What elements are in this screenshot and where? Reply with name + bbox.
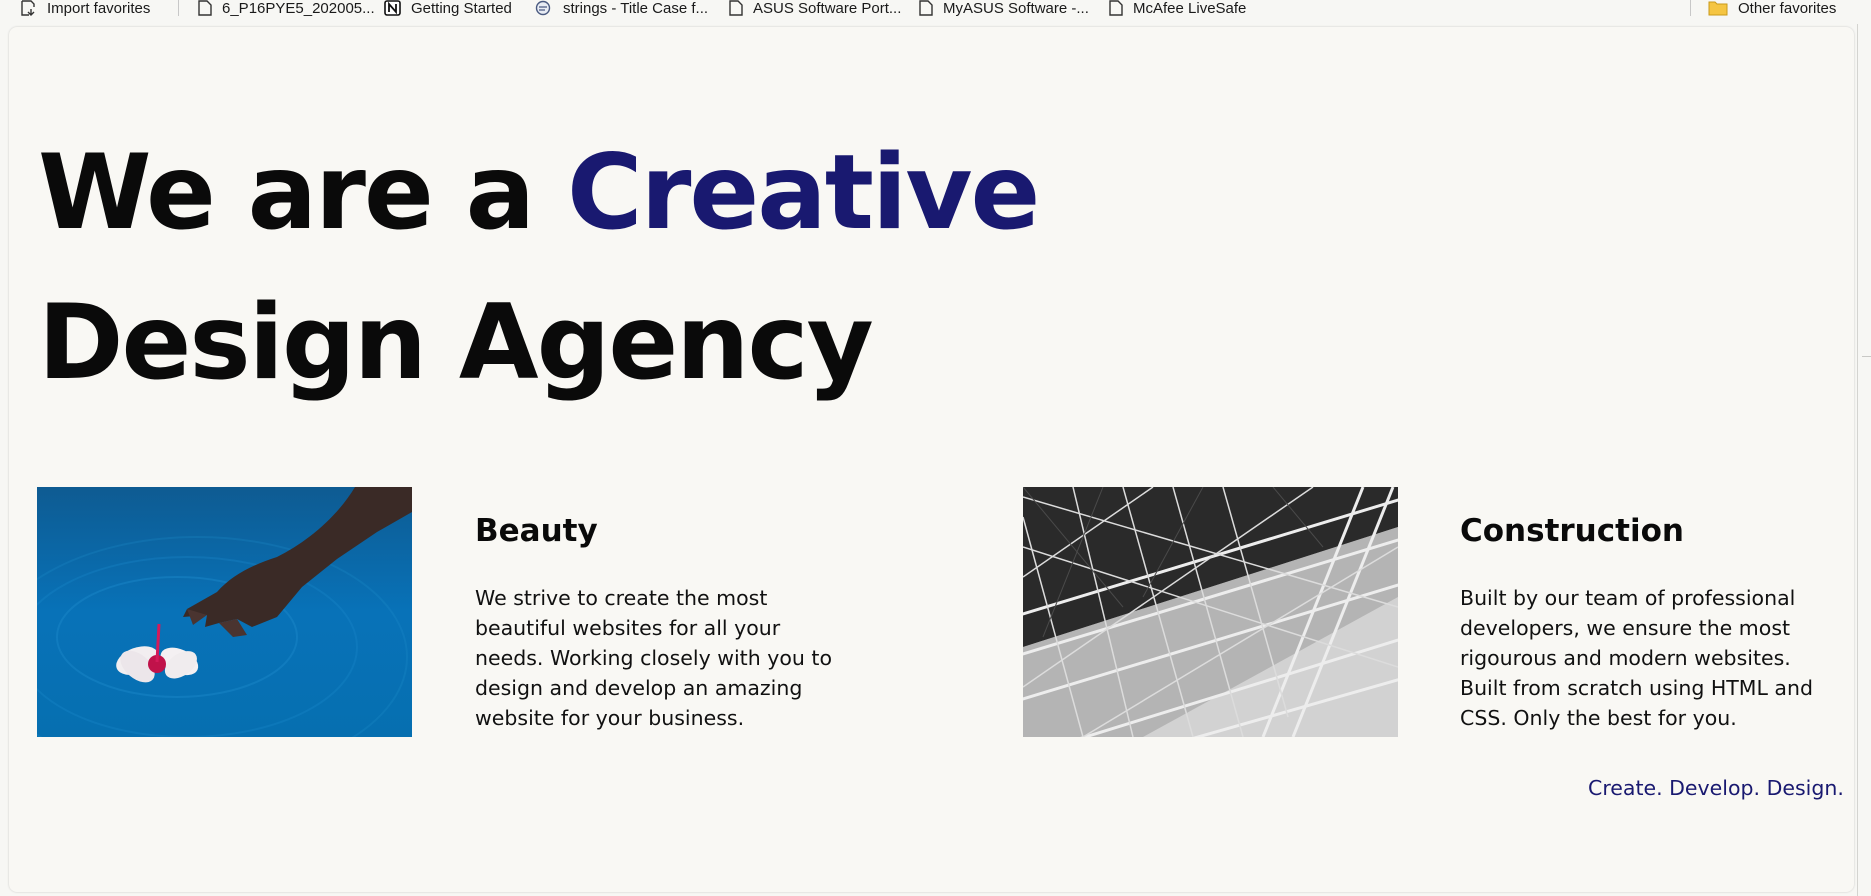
favorites-bar: Import favorites 6_P16PYE5_202005... Get… (0, 0, 1871, 24)
favorite-import[interactable]: Import favorites (20, 0, 151, 17)
favorite-label: ASUS Software Port... (753, 0, 902, 17)
favorite-label: Import favorites (47, 0, 151, 17)
favorites-divider (1690, 0, 1691, 16)
folder-icon (1708, 1, 1728, 16)
favorite-item[interactable]: strings - Title Case f... (535, 0, 709, 17)
hero-line2: Design Agency (38, 283, 874, 403)
window-edge (1857, 24, 1858, 896)
beauty-text: We strive to create the most beautiful w… (475, 586, 832, 730)
page-icon (729, 0, 743, 16)
hero-heading: We are a Creative Design Agency (38, 118, 1040, 418)
beauty-title: Beauty (475, 513, 598, 549)
page-icon (919, 0, 933, 16)
favorite-label: 6_P16PYE5_202005... (222, 0, 375, 17)
favorite-label: strings - Title Case f... (563, 0, 709, 17)
notion-icon (384, 0, 401, 16)
construction-title: Construction (1460, 513, 1684, 549)
favorite-item[interactable]: Getting Started (384, 0, 512, 17)
favorite-item[interactable]: ASUS Software Port... (729, 0, 902, 17)
hero-accent: Creative (567, 133, 1040, 253)
hero-prefix: We are a (38, 133, 535, 253)
search-site-icon (535, 0, 551, 16)
favorite-item[interactable]: McAfee LiveSafe (1109, 0, 1247, 17)
favorite-label: McAfee LiveSafe (1133, 0, 1247, 17)
construction-text: Built by our team of professional develo… (1460, 586, 1814, 730)
import-icon (21, 0, 35, 16)
beauty-image (37, 487, 412, 737)
favorites-divider (178, 0, 179, 16)
favorite-label: MyASUS Software -... (943, 0, 1089, 17)
favorite-item[interactable]: MyASUS Software -... (919, 0, 1089, 17)
favorite-item[interactable]: 6_P16PYE5_202005... (198, 0, 375, 17)
other-favorites[interactable]: Other favorites (1708, 0, 1837, 17)
page-icon (198, 0, 212, 16)
scroll-marker (1862, 356, 1871, 357)
other-favorites-label: Other favorites (1738, 0, 1837, 17)
favorite-label: Getting Started (411, 0, 512, 17)
page-icon (1109, 0, 1123, 16)
construction-image (1023, 487, 1398, 737)
tagline: Create. Develop. Design. (1588, 776, 1844, 800)
